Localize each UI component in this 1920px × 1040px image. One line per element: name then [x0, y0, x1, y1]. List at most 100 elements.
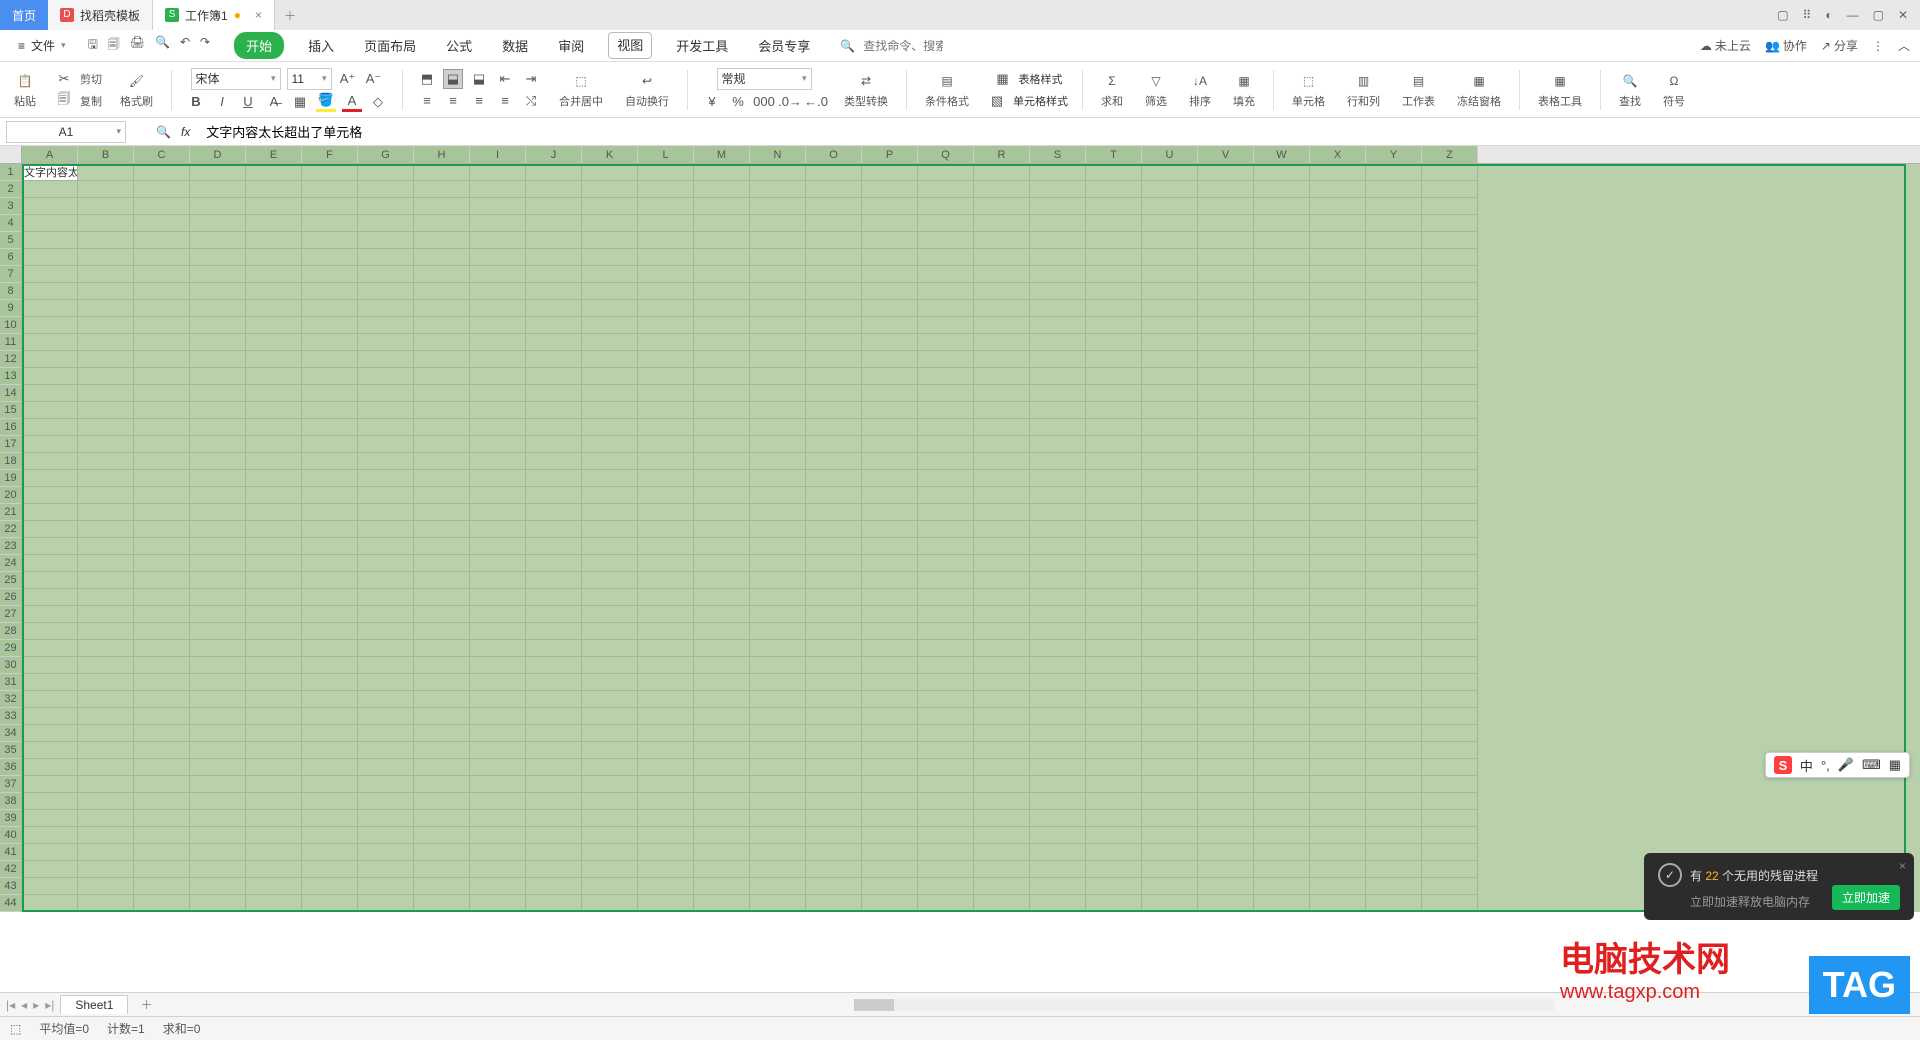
cell[interactable] [246, 436, 302, 453]
cell[interactable] [1142, 827, 1198, 844]
cell[interactable] [302, 351, 358, 368]
cell[interactable] [526, 844, 582, 861]
cell[interactable] [694, 198, 750, 215]
cell[interactable] [134, 589, 190, 606]
cell[interactable] [526, 164, 582, 181]
cell[interactable] [78, 402, 134, 419]
cell[interactable] [22, 606, 78, 623]
cell[interactable] [1142, 504, 1198, 521]
cell[interactable] [1254, 334, 1310, 351]
row-header[interactable]: 18 [0, 453, 22, 470]
cell[interactable] [750, 759, 806, 776]
cell[interactable] [750, 572, 806, 589]
row-header[interactable]: 4 [0, 215, 22, 232]
cell[interactable] [1254, 317, 1310, 334]
fx-icon[interactable]: fx [181, 125, 190, 139]
cell[interactable] [78, 759, 134, 776]
cell[interactable] [974, 589, 1030, 606]
cell[interactable] [862, 198, 918, 215]
cell[interactable] [1254, 691, 1310, 708]
cell[interactable] [190, 538, 246, 555]
cell[interactable] [134, 164, 190, 181]
cell[interactable] [1366, 606, 1422, 623]
cell[interactable] [918, 555, 974, 572]
cell[interactable] [1254, 402, 1310, 419]
cell[interactable] [638, 538, 694, 555]
cell[interactable] [806, 759, 862, 776]
cell[interactable] [190, 436, 246, 453]
cell[interactable] [750, 419, 806, 436]
cell[interactable] [1030, 300, 1086, 317]
cell[interactable] [1254, 351, 1310, 368]
cell[interactable] [470, 504, 526, 521]
col-header[interactable]: Q [918, 146, 974, 163]
cell[interactable] [1366, 419, 1422, 436]
percent-icon[interactable]: % [728, 92, 748, 112]
cell[interactable] [694, 589, 750, 606]
cell[interactable] [358, 402, 414, 419]
cell[interactable] [134, 538, 190, 555]
cell[interactable] [1254, 861, 1310, 878]
cell[interactable] [526, 504, 582, 521]
cell[interactable] [1142, 419, 1198, 436]
cell[interactable] [1422, 878, 1478, 895]
cell[interactable] [1086, 776, 1142, 793]
cell[interactable] [302, 861, 358, 878]
cell[interactable] [974, 402, 1030, 419]
row-header[interactable]: 17 [0, 436, 22, 453]
ime-keyboard-icon[interactable]: ⌨ [1862, 757, 1881, 773]
col-header[interactable]: X [1310, 146, 1366, 163]
cell[interactable] [974, 368, 1030, 385]
col-header[interactable]: J [526, 146, 582, 163]
cell[interactable] [806, 742, 862, 759]
cell[interactable] [1422, 266, 1478, 283]
cell[interactable] [134, 317, 190, 334]
cell[interactable] [582, 164, 638, 181]
cell[interactable] [1422, 623, 1478, 640]
cell[interactable] [1086, 810, 1142, 827]
cell[interactable] [358, 844, 414, 861]
cell[interactable] [862, 861, 918, 878]
cell[interactable] [1254, 385, 1310, 402]
cell[interactable] [246, 504, 302, 521]
cell[interactable] [1030, 640, 1086, 657]
cell[interactable] [582, 385, 638, 402]
cell[interactable] [1366, 198, 1422, 215]
cell[interactable] [1086, 538, 1142, 555]
cell[interactable] [806, 334, 862, 351]
cell[interactable] [694, 368, 750, 385]
cell[interactable] [190, 351, 246, 368]
cell[interactable] [1198, 555, 1254, 572]
cell[interactable] [750, 657, 806, 674]
cell[interactable] [414, 708, 470, 725]
type-convert-button[interactable]: ⇄ 类型转换 [840, 69, 892, 111]
cell[interactable] [526, 810, 582, 827]
cell[interactable] [862, 402, 918, 419]
cell[interactable] [694, 487, 750, 504]
cell[interactable] [1366, 334, 1422, 351]
cell[interactable] [1086, 759, 1142, 776]
cell[interactable] [190, 385, 246, 402]
cell[interactable] [806, 215, 862, 232]
cell[interactable] [862, 487, 918, 504]
indent-increase-icon[interactable]: ⇥ [521, 69, 541, 89]
cell[interactable] [358, 776, 414, 793]
cell[interactable] [974, 742, 1030, 759]
cell[interactable] [134, 504, 190, 521]
cell[interactable] [134, 181, 190, 198]
cell[interactable] [22, 283, 78, 300]
cell[interactable] [1254, 436, 1310, 453]
cell[interactable] [806, 300, 862, 317]
cell[interactable] [1310, 623, 1366, 640]
cell[interactable] [190, 827, 246, 844]
cell[interactable] [134, 640, 190, 657]
cell[interactable] [750, 368, 806, 385]
menu-page-layout[interactable]: 页面布局 [358, 32, 422, 59]
cell[interactable] [1310, 283, 1366, 300]
cell[interactable] [862, 623, 918, 640]
cell[interactable] [974, 504, 1030, 521]
row-header[interactable]: 15 [0, 402, 22, 419]
cell[interactable] [22, 708, 78, 725]
row-header[interactable]: 20 [0, 487, 22, 504]
cell[interactable] [1422, 861, 1478, 878]
